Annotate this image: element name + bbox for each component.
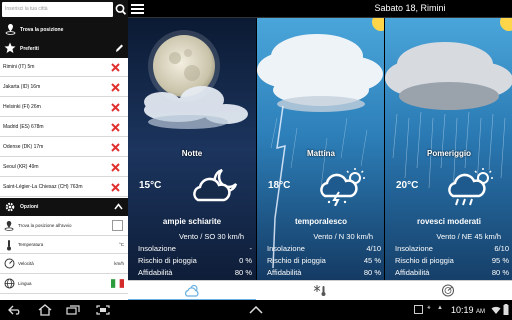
city-name: Odense (DK) 17m (3, 144, 44, 150)
favorites-header: Preferiti (0, 39, 128, 58)
weather-description: ampie schiarite (162, 217, 222, 226)
page-title: Sabato 18, Rimini (374, 3, 446, 13)
chevron-up-icon[interactable] (249, 306, 263, 314)
home-icon[interactable] (38, 304, 52, 316)
city-item[interactable]: Helsinki (FI) 26m (0, 98, 128, 117)
delete-icon[interactable] (110, 162, 121, 173)
snow-thermometer-icon (313, 285, 326, 296)
delete-icon[interactable] (110, 142, 121, 153)
app-root: Inserisci la tua città Trova la posizion… (0, 0, 512, 320)
city-item[interactable]: Seoul (KR) 49m (0, 158, 128, 177)
weather-icon (184, 284, 199, 297)
recent-apps-icon[interactable] (66, 305, 80, 315)
find-on-start-checkbox[interactable] (112, 220, 123, 231)
gear-icon (5, 202, 15, 212)
weather-description: temporalesco (294, 217, 348, 226)
delete-icon[interactable] (110, 102, 121, 113)
speed-unit: km/h (114, 261, 124, 266)
chevron-up-icon (114, 203, 123, 210)
option-label: Temperatura (18, 242, 44, 247)
city-name: Rimini (IT) 5m (3, 64, 35, 70)
search-input[interactable]: Inserisci la tua città (2, 2, 113, 17)
tab-snow[interactable] (256, 281, 384, 301)
delete-icon[interactable] (110, 122, 121, 133)
star-icon (4, 42, 16, 53)
search-icon[interactable] (114, 2, 127, 17)
thunderstorm-icon (320, 168, 365, 206)
search-bar: Inserisci la tua città (0, 0, 128, 19)
top-bar: Sabato 18, Rimini (128, 0, 512, 18)
city-name: Helsinki (FI) 26m (3, 104, 41, 110)
temperature: 15°C (139, 180, 162, 191)
city-item[interactable]: Odense (DK) 17m (0, 138, 128, 157)
option-find-on-start[interactable]: Trova la posizione all'avvio (0, 216, 128, 236)
favorites-label: Preferiti (20, 46, 39, 52)
city-name: Saint-Légier-La Chiesaz (CH) 763m (3, 184, 83, 190)
bottom-tabs (128, 280, 512, 301)
thermometer-icon (7, 240, 11, 251)
city-item[interactable]: Jakarta (ID) 16m (0, 78, 128, 97)
delete-icon[interactable] (110, 62, 121, 73)
option-label: Lingua (18, 281, 32, 286)
city-item[interactable]: Saint-Légier-La Chiesaz (CH) 763m (0, 178, 128, 197)
period-label: Mattina (307, 149, 335, 158)
temperature: 20°C (396, 180, 419, 191)
option-label: Velocità (18, 261, 34, 266)
tab-radar[interactable] (384, 281, 512, 301)
location-icon (5, 24, 16, 35)
find-location-label: Trova la posizione (20, 27, 64, 33)
wind-info: Vento / SO 30 km/h (178, 232, 244, 241)
usb-icon: ⚹ (427, 305, 431, 311)
city-item[interactable]: Madrid (ES) 678m (0, 118, 128, 137)
option-language[interactable]: Lingua (0, 274, 128, 294)
option-temperature[interactable]: Temperatura °C (0, 236, 128, 254)
option-label: Trova la posizione all'avvio (18, 223, 72, 228)
globe-icon (4, 278, 15, 289)
notification-icon[interactable] (414, 305, 423, 314)
battery-icon (503, 304, 509, 315)
speedometer-icon (4, 258, 15, 269)
city-item[interactable]: Rimini (IT) 5m (0, 58, 128, 77)
options-header[interactable]: Opzioni (0, 198, 128, 216)
temperature: 18°C (268, 180, 291, 191)
tab-forecast[interactable] (128, 281, 256, 301)
moon-cloud-icon (193, 168, 238, 202)
signal-icon: ▲ (437, 305, 443, 311)
delete-icon[interactable] (110, 82, 121, 93)
clock: 10:19 AM (451, 305, 486, 315)
wind-info: Vento / NE 45 km/h (436, 232, 501, 241)
period-label: Pomeriggio (426, 149, 471, 158)
back-icon[interactable] (8, 305, 22, 315)
forecast-panel-night: Notte 15°C ampie schiarite Vento / SO 30… (128, 18, 256, 280)
rain-sun-icon (448, 168, 493, 206)
side-drawer: Inserisci la tua città Trova la posizion… (0, 0, 128, 300)
radar-icon (442, 284, 454, 297)
delete-icon[interactable] (110, 182, 121, 193)
city-name: Seoul (KR) 49m (3, 164, 39, 170)
wind-info: Vento / N 30 km/h (313, 232, 373, 241)
weather-description: rovesci moderati (416, 217, 482, 226)
system-nav-bar: ⚹ ▲ 10:19 AM (0, 300, 512, 320)
wifi-icon (491, 306, 501, 314)
italian-flag-icon[interactable] (111, 279, 124, 288)
find-location-row[interactable]: Trova la posizione (0, 19, 128, 39)
temperature-unit: °C (118, 242, 124, 247)
city-name: Jakarta (ID) 16m (3, 84, 41, 90)
location-icon (4, 220, 14, 231)
city-name: Madrid (ES) 678m (3, 124, 44, 130)
edit-icon[interactable] (115, 43, 124, 53)
forecast-panel-morning: Mattina 18°C temporalesco Vento / N 30 k… (257, 18, 384, 280)
screenshot-icon[interactable] (96, 305, 110, 315)
option-speed[interactable]: Velocità km/h (0, 254, 128, 274)
period-label: Notte (181, 149, 203, 158)
forecast-panel-afternoon: Pomeriggio 20°C rovesci moderati Vento /… (385, 18, 512, 280)
options-label: Opzioni (20, 204, 39, 210)
